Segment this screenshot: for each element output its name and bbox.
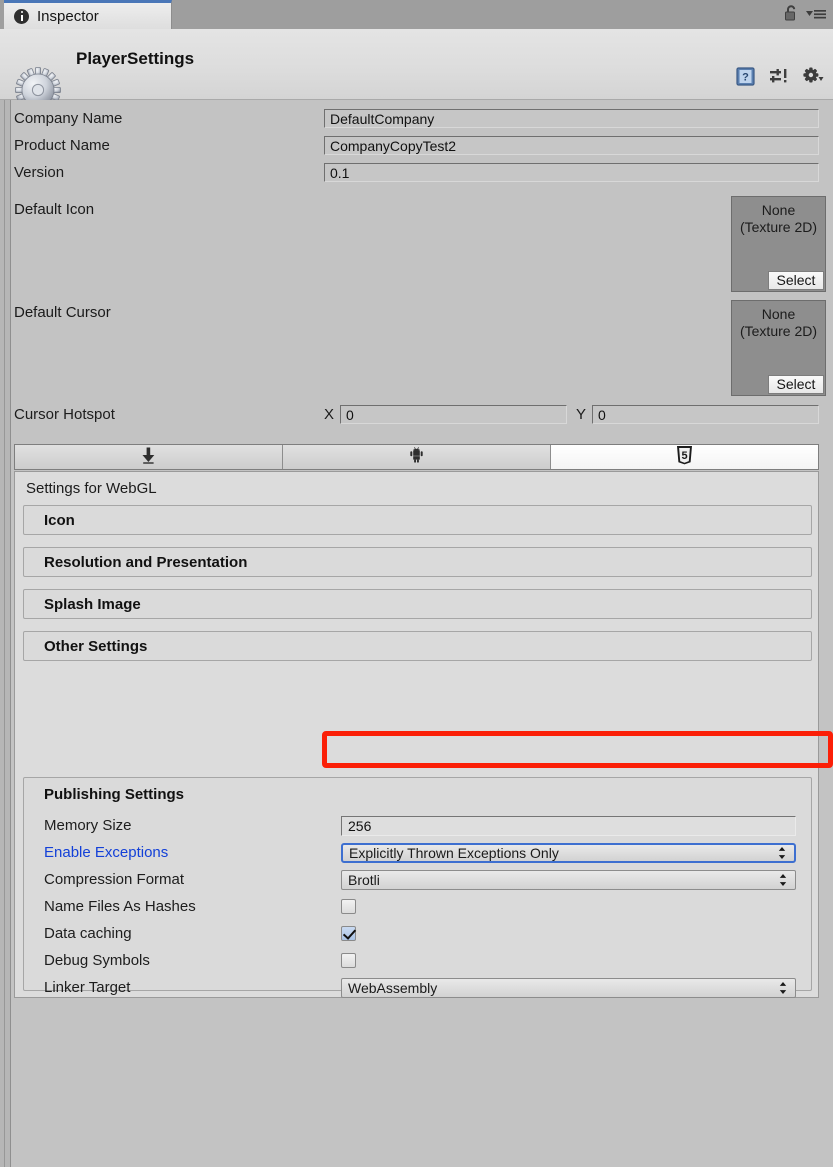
field-row-linker-target: Linker Target WebAssembly [44,977,796,998]
svg-text:5: 5 [681,450,687,462]
version-label: Version [14,164,65,181]
platform-settings-panel: Settings for WebGL Icon Resolution and P… [14,471,819,998]
publishing-settings-title[interactable]: Publishing Settings [44,786,184,803]
object-header-icons: ? [736,67,825,90]
compression-format-value: Brotli [348,871,380,888]
settings-for-platform-title: Settings for WebGL [26,480,157,497]
debug-symbols-checkbox[interactable] [341,953,356,968]
memory-size-label: Memory Size [44,817,132,834]
name-files-as-hashes-checkbox[interactable] [341,899,356,914]
linker-target-label: Linker Target [44,979,131,996]
product-name-label: Product Name [14,137,110,154]
page-title: PlayerSettings [76,49,195,68]
version-input[interactable]: 0.1 [324,163,819,182]
name-files-as-hashes-label: Name Files As Hashes [44,898,196,915]
section-publishing-settings: Publishing Settings Memory Size 256 Enab… [23,777,812,998]
debug-symbols-label: Debug Symbols [44,952,150,969]
field-row-compression-format: Compression Format Brotli [44,869,796,890]
field-row-debug-symbols: Debug Symbols [44,950,796,971]
info-icon [14,8,29,24]
section-splash-image[interactable]: Splash Image [23,589,812,619]
download-arrow-icon [141,447,156,468]
chevron-updown-icon [778,846,786,859]
inspector-body: Company Name DefaultCompany Product Name… [0,100,833,1167]
compression-format-label: Compression Format [44,871,185,888]
field-row-memory-size: Memory Size 256 [44,815,796,836]
cursor-hotspot-label: Cursor Hotspot [14,406,115,423]
help-book-icon[interactable]: ? [736,67,755,90]
default-cursor-object-field[interactable]: None (Texture 2D) Select [731,300,826,396]
cursor-hotspot-x-input[interactable]: 0 [340,405,567,424]
linker-target-dropdown[interactable]: WebAssembly [341,977,796,998]
field-row-version: Version 0.1 [14,162,819,183]
section-icon-label: Icon [44,511,75,529]
platform-tab-android[interactable] [283,445,551,469]
default-icon-value: None (Texture 2D) [739,202,818,235]
memory-size-input[interactable]: 256 [341,815,796,836]
window-tab-controls [784,5,827,26]
field-row-data-caching: Data caching [44,923,796,944]
cursor-hotspot-y-label: Y [576,406,587,423]
chevron-updown-icon [779,873,787,886]
left-rail-divider [0,100,11,1167]
section-other-settings-label: Other Settings [44,637,148,655]
field-row-enable-exceptions: Enable Exceptions Explicitly Thrown Exce… [44,842,796,863]
cursor-hotspot-y-input[interactable]: 0 [592,405,819,424]
android-robot-icon [410,447,423,467]
data-caching-label: Data caching [44,925,132,942]
field-row-product-name: Product Name CompanyCopyTest2 [14,135,819,156]
section-other-settings[interactable]: Other Settings [23,631,812,661]
svg-text:?: ? [742,72,749,84]
tab-inspector[interactable]: Inspector [4,0,172,29]
preset-sliders-icon[interactable] [769,68,789,90]
gear-dropdown-icon[interactable] [803,67,825,90]
default-cursor-select-button[interactable]: Select [768,375,824,394]
field-row-company-name: Company Name DefaultCompany [14,108,819,129]
tab-inspector-label: Inspector [37,7,99,25]
enable-exceptions-label: Enable Exceptions [44,844,169,861]
enable-exceptions-dropdown[interactable]: Explicitly Thrown Exceptions Only [341,842,796,863]
linker-target-value: WebAssembly [348,979,438,996]
lock-icon[interactable] [784,5,798,26]
default-icon-label: Default Icon [14,201,95,218]
product-name-input[interactable]: CompanyCopyTest2 [324,136,819,155]
default-cursor-label: Default Cursor [14,304,111,321]
section-resolution-and-presentation[interactable]: Resolution and Presentation [23,547,812,577]
compression-format-dropdown[interactable]: Brotli [341,869,796,890]
platform-tab-standalone[interactable] [15,445,283,469]
hamburger-menu-icon[interactable] [805,7,827,24]
cursor-hotspot-x-label: X [324,406,335,423]
html5-shield-icon: 5 [676,445,693,469]
company-name-input[interactable]: DefaultCompany [324,109,819,128]
window-tab-strip: Inspector [0,0,833,29]
data-caching-checkbox[interactable] [341,926,356,941]
enable-exceptions-value: Explicitly Thrown Exceptions Only [349,844,559,861]
section-splash-image-label: Splash Image [44,595,141,613]
object-header: PlayerSettings ? [0,29,833,113]
section-resolution-and-presentation-label: Resolution and Presentation [44,553,248,571]
chevron-updown-icon [779,981,787,994]
company-name-label: Company Name [14,110,123,127]
field-row-cursor-hotspot: Cursor Hotspot X 0 Y 0 [14,404,819,425]
default-icon-object-field[interactable]: None (Texture 2D) Select [731,196,826,292]
platform-tab-webgl[interactable]: 5 [551,445,818,469]
platform-tab-bar: 5 [14,444,819,470]
section-icon[interactable]: Icon [23,505,812,535]
field-row-name-files-as-hashes: Name Files As Hashes [44,896,796,917]
default-cursor-value: None (Texture 2D) [739,306,818,339]
default-icon-select-button[interactable]: Select [768,271,824,290]
